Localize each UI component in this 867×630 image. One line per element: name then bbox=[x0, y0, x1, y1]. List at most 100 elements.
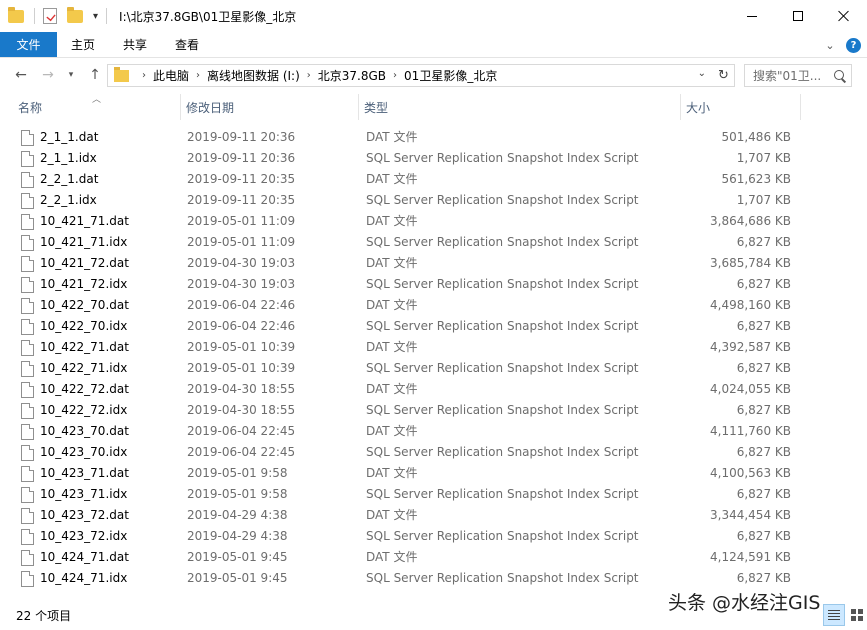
address-dropdown-icon[interactable]: ⌄ bbox=[698, 68, 706, 79]
file-type: DAT 文件 bbox=[366, 340, 418, 354]
tab-view[interactable]: 查看 bbox=[161, 32, 213, 57]
file-name: 10_424_71.dat bbox=[40, 550, 129, 564]
column-header-size[interactable]: 大小 bbox=[680, 92, 800, 122]
close-button[interactable] bbox=[821, 0, 867, 32]
folder-icon[interactable] bbox=[8, 6, 24, 23]
file-size: 6,827 KB bbox=[736, 445, 791, 459]
file-modified-date: 2019-05-01 9:45 bbox=[187, 571, 288, 585]
folder-icon bbox=[114, 66, 129, 82]
status-item-count: 22 个项目 bbox=[16, 609, 72, 623]
file-size: 4,498,160 KB bbox=[710, 298, 791, 312]
title-bar: ▾ I:\北京37.8GB\01卫星影像_北京 bbox=[0, 0, 867, 32]
recent-locations-dropdown-icon[interactable]: ▾ bbox=[60, 64, 82, 86]
table-row[interactable]: 2_1_1.dat 2019-09-11 20:36 DAT 文件 501,486 K… bbox=[0, 127, 867, 148]
file-icon bbox=[21, 403, 34, 419]
file-name: 10_421_71.dat bbox=[40, 214, 129, 228]
table-row[interactable]: 10_422_72.dat 2019-04-30 18:55 DAT 文件 4,024… bbox=[0, 379, 867, 400]
file-type: SQL Server Replication Snapshot Index Sc… bbox=[366, 487, 639, 501]
column-header-name[interactable]: 名称 bbox=[12, 92, 180, 122]
customize-toolbar-dropdown-icon[interactable]: ▾ bbox=[93, 11, 98, 22]
window-title: I:\北京37.8GB\01卫星影像_北京 bbox=[119, 9, 297, 24]
chevron-right-icon[interactable]: › bbox=[142, 70, 146, 81]
maximize-button[interactable] bbox=[775, 0, 821, 32]
file-type: DAT 文件 bbox=[366, 466, 418, 480]
chevron-right-icon[interactable]: › bbox=[196, 70, 200, 81]
file-type: DAT 文件 bbox=[366, 214, 418, 228]
file-modified-date: 2019-06-04 22:46 bbox=[187, 319, 296, 333]
file-size: 1,707 KB bbox=[736, 151, 791, 165]
column-divider[interactable] bbox=[800, 94, 801, 120]
file-modified-date: 2019-09-11 20:36 bbox=[187, 130, 296, 144]
tab-file[interactable]: 文件 bbox=[0, 32, 57, 57]
file-modified-date: 2019-05-01 11:09 bbox=[187, 214, 296, 228]
tab-home[interactable]: 主页 bbox=[57, 32, 109, 57]
table-row[interactable]: 10_422_72.idx 2019-04-30 18:55 SQL Server … bbox=[0, 400, 867, 421]
column-header-date[interactable]: 修改日期 bbox=[180, 92, 358, 122]
table-row[interactable]: 10_423_72.dat 2019-04-29 4:38 DAT 文件 3,344,… bbox=[0, 505, 867, 526]
refresh-icon[interactable]: ↻ bbox=[713, 64, 735, 87]
file-icon bbox=[21, 424, 34, 440]
file-modified-date: 2019-09-11 20:36 bbox=[187, 151, 296, 165]
table-row[interactable]: 10_423_70.dat 2019-06-04 22:45 DAT 文件 4,111… bbox=[0, 421, 867, 442]
table-row[interactable]: 10_424_71.dat 2019-05-01 9:45 DAT 文件 4,124,… bbox=[0, 547, 867, 568]
table-row[interactable]: 10_421_72.idx 2019-04-30 19:03 SQL Server … bbox=[0, 274, 867, 295]
file-modified-date: 2019-05-01 10:39 bbox=[187, 361, 296, 375]
file-size: 1,707 KB bbox=[736, 193, 791, 207]
file-name: 10_422_70.idx bbox=[40, 319, 128, 333]
table-row[interactable]: 2_2_1.dat 2019-09-11 20:35 DAT 文件 561,623 K… bbox=[0, 169, 867, 190]
column-header-type[interactable]: 类型 bbox=[358, 92, 680, 122]
file-icon bbox=[21, 529, 34, 545]
expand-ribbon-chevron-icon[interactable]: ⌄ bbox=[822, 37, 838, 53]
file-type: DAT 文件 bbox=[366, 130, 418, 144]
table-row[interactable]: 10_421_71.dat 2019-05-01 11:09 DAT 文件 3,864… bbox=[0, 211, 867, 232]
breadcrumb-folder-satellite[interactable]: 01卫星影像_北京 bbox=[404, 67, 497, 84]
back-arrow-icon[interactable]: ← bbox=[10, 64, 32, 86]
table-row[interactable]: 10_422_70.dat 2019-06-04 22:46 DAT 文件 4,498… bbox=[0, 295, 867, 316]
up-arrow-icon[interactable]: ↑ bbox=[84, 64, 106, 86]
chevron-right-icon[interactable]: › bbox=[307, 70, 311, 81]
details-view-icon[interactable] bbox=[823, 604, 845, 626]
table-row[interactable]: 10_423_72.idx 2019-04-29 4:38 SQL Server R… bbox=[0, 526, 867, 547]
table-row[interactable]: 10_423_71.dat 2019-05-01 9:58 DAT 文件 4,100,… bbox=[0, 463, 867, 484]
file-icon bbox=[21, 550, 34, 566]
file-icon bbox=[21, 298, 34, 314]
file-modified-date: 2019-04-30 19:03 bbox=[187, 256, 296, 270]
window-controls bbox=[729, 0, 867, 32]
file-size: 6,827 KB bbox=[736, 529, 791, 543]
breadcrumb-drive[interactable]: 离线地图数据 (I:) bbox=[207, 67, 300, 84]
chevron-right-icon[interactable]: › bbox=[393, 70, 397, 81]
file-name: 2_2_1.dat bbox=[40, 172, 99, 186]
table-row[interactable]: 10_421_71.idx 2019-05-01 11:09 SQL Server … bbox=[0, 232, 867, 253]
file-modified-date: 2019-04-30 18:55 bbox=[187, 403, 296, 417]
table-row[interactable]: 10_423_71.idx 2019-05-01 9:58 SQL Server R… bbox=[0, 484, 867, 505]
tab-share[interactable]: 共享 bbox=[109, 32, 161, 57]
properties-icon[interactable] bbox=[43, 8, 57, 24]
help-icon[interactable]: ? bbox=[846, 37, 861, 53]
table-row[interactable]: 10_422_70.idx 2019-06-04 22:46 SQL Server … bbox=[0, 316, 867, 337]
file-icon bbox=[21, 487, 34, 503]
file-type: SQL Server Replication Snapshot Index Sc… bbox=[366, 235, 639, 249]
file-size: 6,827 KB bbox=[736, 571, 791, 585]
breadcrumb-folder-beijing[interactable]: 北京37.8GB bbox=[318, 67, 386, 84]
address-bar[interactable]: › 此电脑 › 离线地图数据 (I:) › 北京37.8GB › 01卫星影像_… bbox=[107, 64, 735, 87]
file-name: 10_423_71.idx bbox=[40, 487, 128, 501]
large-icons-view-icon[interactable] bbox=[847, 604, 867, 626]
table-row[interactable]: 2_2_1.idx 2019-09-11 20:35 SQL Server Repl… bbox=[0, 190, 867, 211]
file-type: SQL Server Replication Snapshot Index Sc… bbox=[366, 319, 639, 333]
file-size: 6,827 KB bbox=[736, 403, 791, 417]
file-icon bbox=[21, 466, 34, 482]
breadcrumb-this-pc[interactable]: 此电脑 bbox=[153, 67, 189, 84]
table-row[interactable]: 2_1_1.idx 2019-09-11 20:36 SQL Server Repl… bbox=[0, 148, 867, 169]
table-row[interactable]: 10_424_71.idx 2019-05-01 9:45 SQL Server R… bbox=[0, 568, 867, 589]
new-folder-icon[interactable] bbox=[67, 6, 83, 23]
table-row[interactable]: 10_421_72.dat 2019-04-30 19:03 DAT 文件 3,685… bbox=[0, 253, 867, 274]
close-icon bbox=[838, 10, 850, 22]
forward-arrow-icon[interactable]: → bbox=[37, 64, 59, 86]
minimize-button[interactable] bbox=[729, 0, 775, 32]
table-row[interactable]: 10_422_71.dat 2019-05-01 10:39 DAT 文件 4,392… bbox=[0, 337, 867, 358]
file-modified-date: 2019-05-01 9:45 bbox=[187, 550, 288, 564]
table-row[interactable]: 10_423_70.idx 2019-06-04 22:45 SQL Server … bbox=[0, 442, 867, 463]
toolbar-divider bbox=[34, 8, 35, 24]
table-row[interactable]: 10_422_71.idx 2019-05-01 10:39 SQL Server … bbox=[0, 358, 867, 379]
file-icon bbox=[21, 340, 34, 356]
